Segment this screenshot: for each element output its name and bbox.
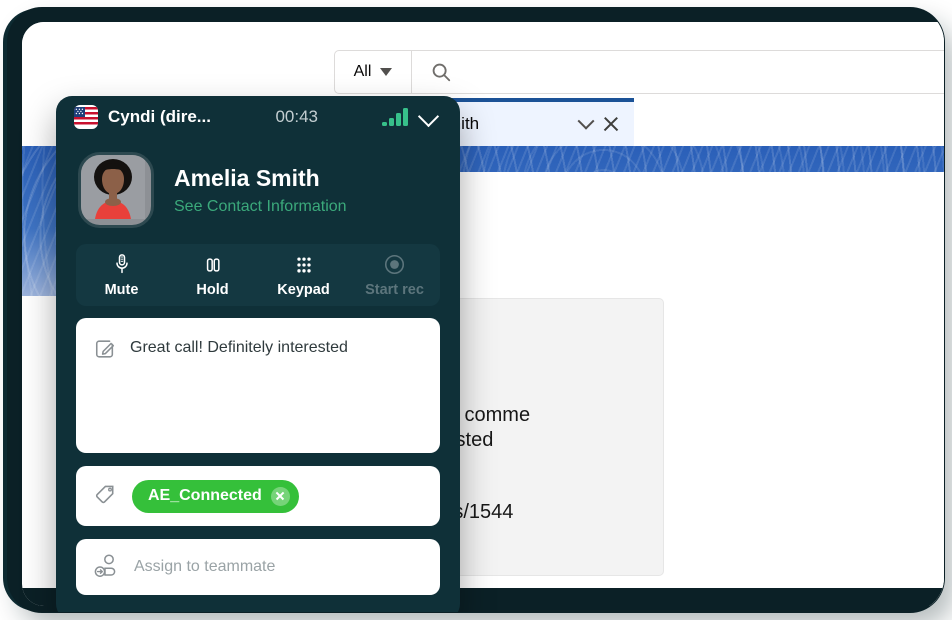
us-flag-icon — [74, 105, 98, 129]
microphone-icon — [112, 253, 132, 275]
pause-icon — [203, 253, 223, 275]
aircall-caller-line: Cyndi (dire... — [108, 107, 211, 127]
start-recording-label: Start rec — [365, 282, 424, 298]
keypad-label: Keypad — [277, 282, 329, 298]
device-frame: All Amelia Smith — [8, 8, 944, 612]
search-icon — [430, 61, 452, 83]
avatar — [78, 152, 154, 228]
chevron-down-icon[interactable] — [418, 106, 440, 128]
hold-label: Hold — [196, 282, 228, 298]
hold-button[interactable]: Hold — [167, 253, 258, 298]
search-scope-select[interactable]: All — [335, 51, 412, 93]
record-icon — [384, 253, 405, 275]
tag-label: AE_Connected — [148, 487, 262, 505]
close-icon[interactable] — [602, 115, 620, 133]
assign-user-icon — [94, 553, 120, 582]
search-scope-label: All — [354, 63, 372, 81]
keypad-button[interactable]: Keypad — [258, 253, 349, 298]
search-field[interactable] — [412, 51, 944, 93]
aircall-contact-name: Amelia Smith — [174, 165, 347, 192]
tag-pill-ae-connected[interactable]: AE_Connected — [132, 480, 299, 513]
aircall-tags-card[interactable]: AE_Connected — [76, 466, 440, 526]
aircall-call-controls: Mute Hold — [76, 244, 440, 306]
edit-note-icon — [94, 338, 116, 365]
aircall-note-text: Great call! Definitely interested — [130, 338, 348, 358]
chevron-down-icon[interactable] — [578, 113, 595, 130]
aircall-widget: Cyndi (dire... 00:43 — [56, 96, 460, 612]
keypad-icon — [294, 253, 314, 275]
aircall-note-card[interactable]: Great call! Definitely interested — [76, 318, 440, 453]
signal-strength-icon — [382, 108, 408, 126]
close-icon[interactable] — [271, 487, 290, 506]
see-contact-information-link[interactable]: See Contact Information — [174, 198, 347, 216]
aircall-call-timer: 00:43 — [275, 107, 318, 127]
global-search[interactable]: All — [334, 50, 944, 94]
aircall-assign-card[interactable]: Assign to teammate — [76, 539, 440, 595]
aircall-header: Cyndi (dire... 00:43 — [56, 96, 460, 138]
mute-label: Mute — [105, 282, 139, 298]
mute-button[interactable]: Mute — [76, 253, 167, 298]
assign-to-teammate-placeholder: Assign to teammate — [134, 558, 275, 576]
search-input[interactable] — [462, 62, 944, 82]
aircall-contact: Amelia Smith See Contact Information — [78, 152, 347, 228]
global-header: All — [22, 22, 944, 98]
start-recording-button[interactable]: Start rec — [349, 253, 440, 298]
chevron-down-icon — [380, 68, 392, 76]
tag-icon — [94, 482, 118, 511]
